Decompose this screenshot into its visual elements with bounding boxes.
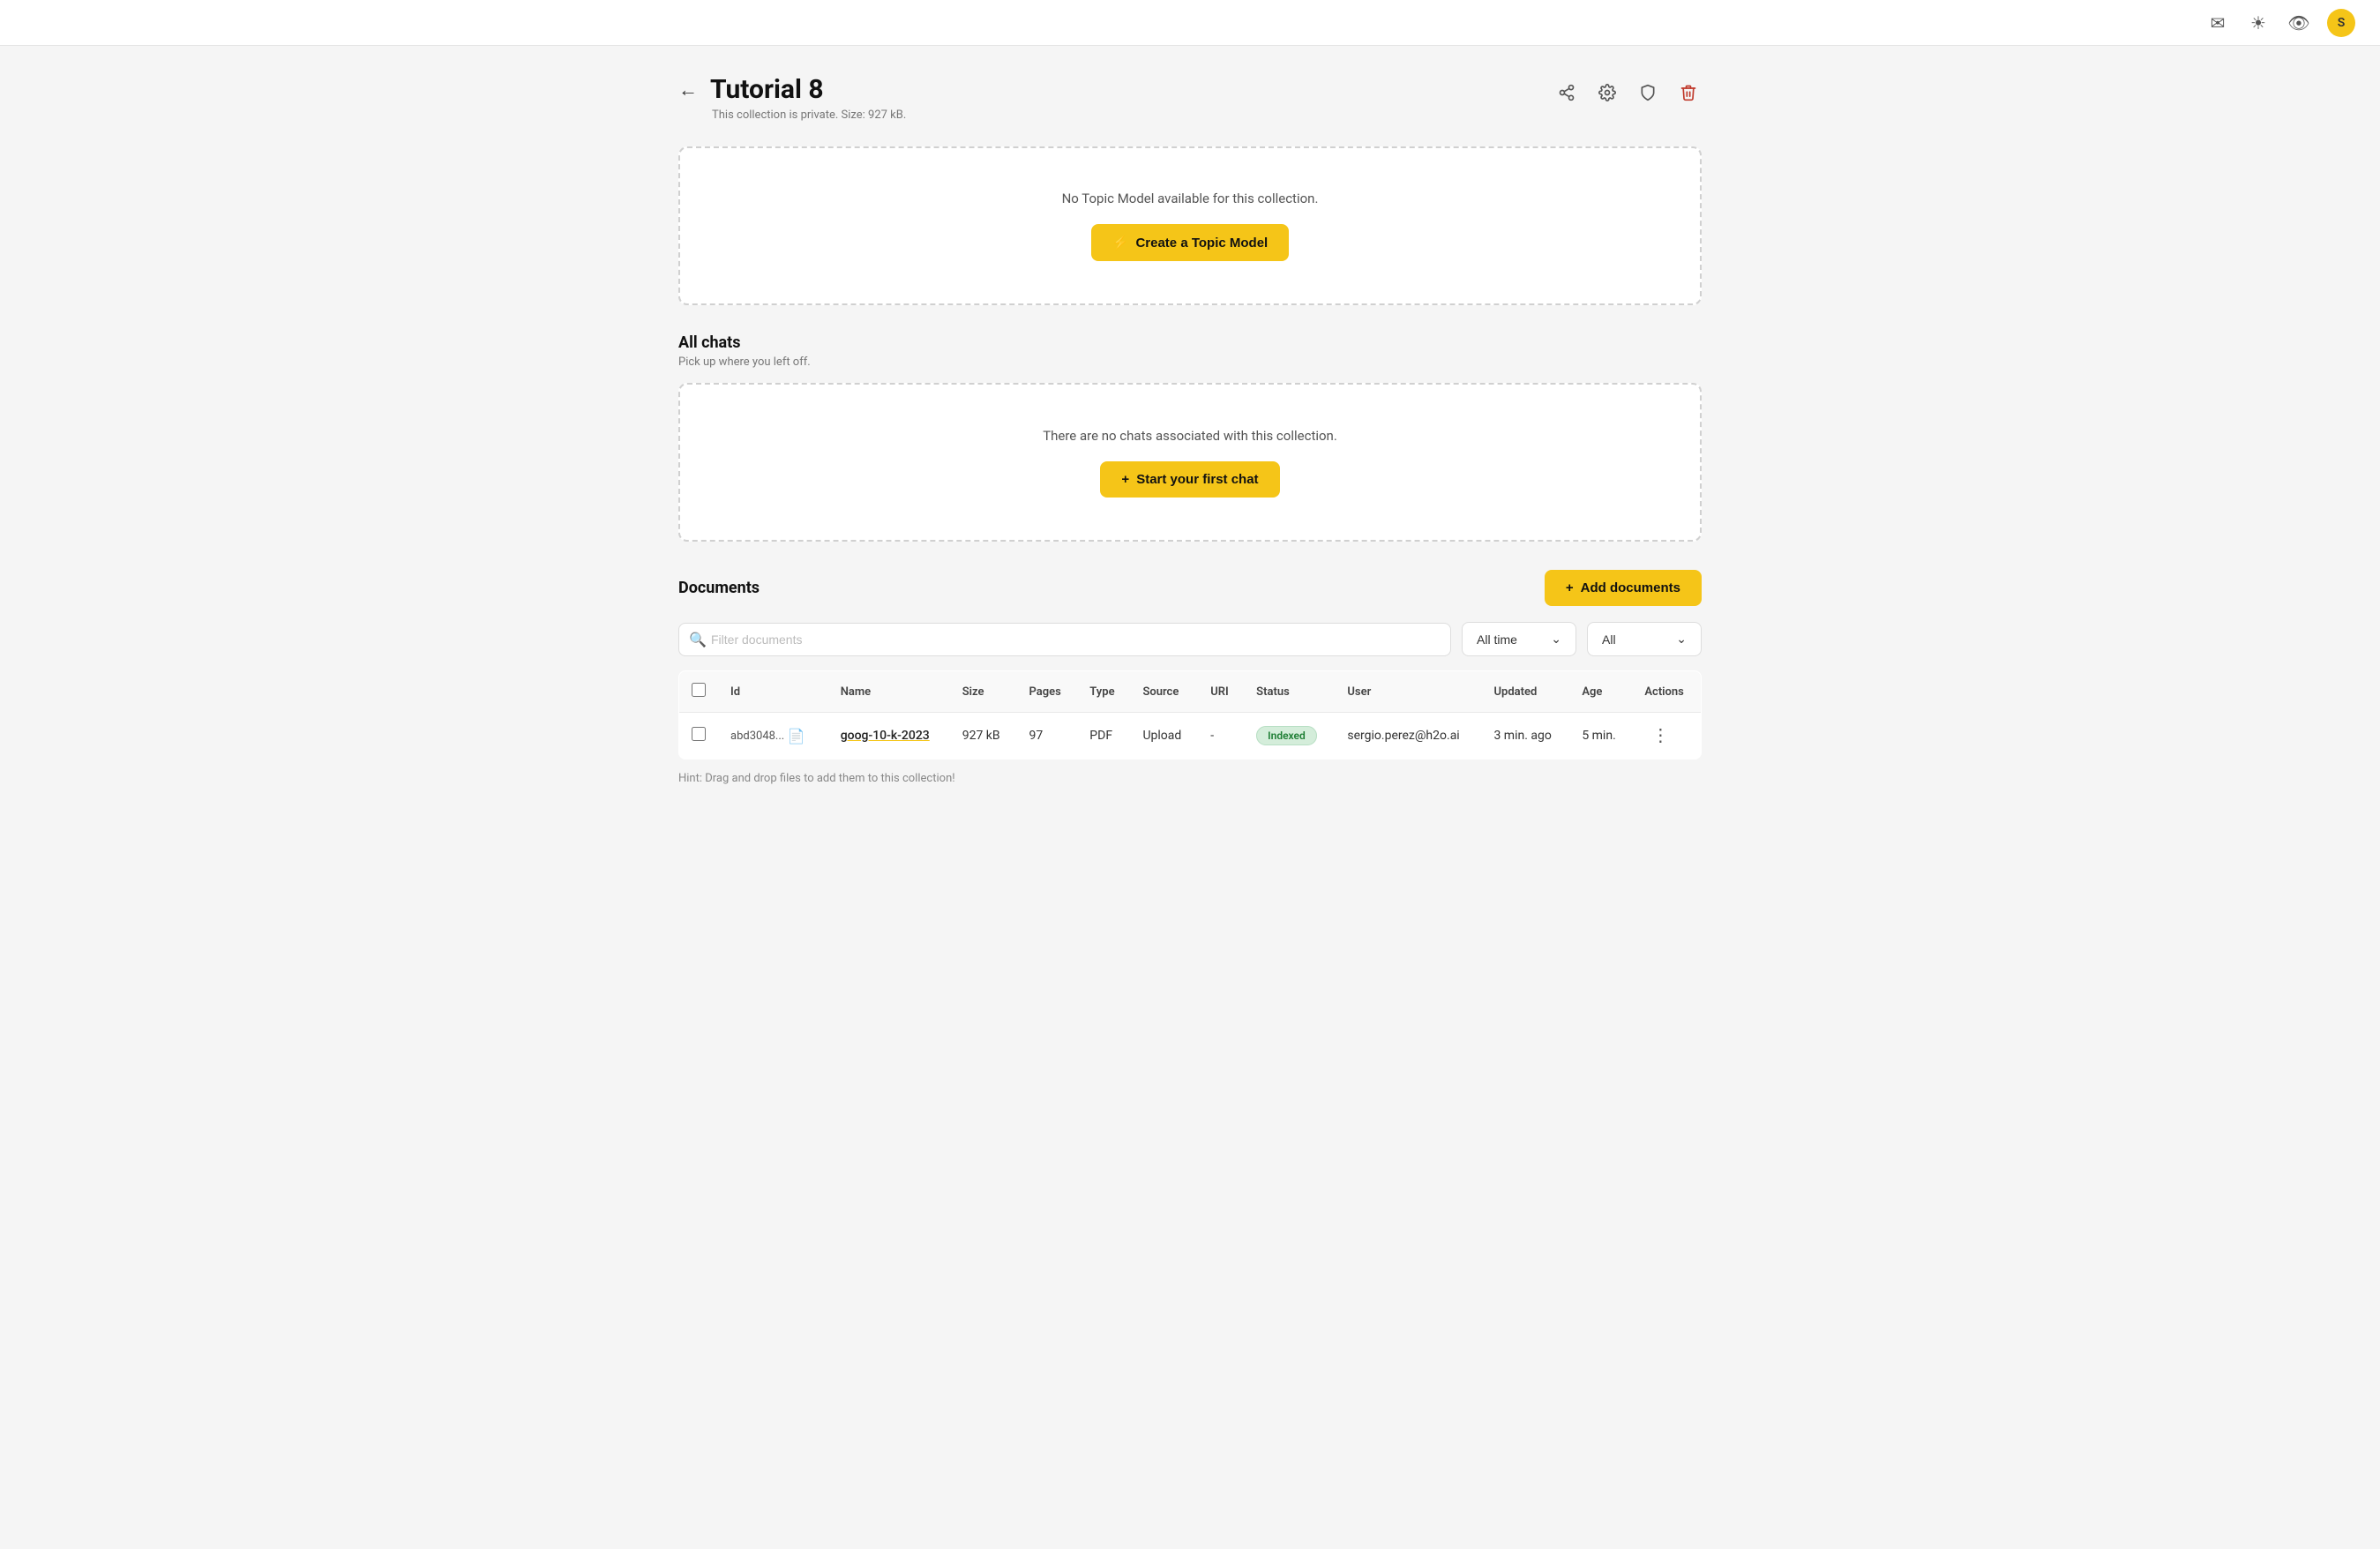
sun-icon[interactable]: ☀ — [2246, 11, 2271, 35]
table-row: abd3048... 📄 goog-10-k-2023 927 kB 97 PD… — [679, 713, 1702, 760]
header-actions — [1553, 79, 1702, 106]
search-wrap: 🔍 — [678, 623, 1451, 656]
select-all-checkbox[interactable] — [692, 683, 706, 697]
cell-age: 5 min. — [1569, 713, 1632, 760]
filter-documents-input[interactable] — [678, 623, 1451, 656]
doc-id-text: abd3048... — [730, 730, 784, 743]
create-topic-model-label: Create a Topic Model — [1135, 236, 1268, 251]
col-source: Source — [1130, 671, 1198, 713]
chevron-down-icon-2: ⌄ — [1676, 632, 1687, 647]
file-icon: 📄 — [788, 728, 805, 745]
search-icon: 🔍 — [689, 631, 707, 647]
topic-model-box: No Topic Model available for this collec… — [678, 146, 1702, 305]
start-first-chat-button[interactable]: + Start your first chat — [1100, 461, 1279, 498]
col-type: Type — [1077, 671, 1130, 713]
col-user: User — [1335, 671, 1481, 713]
col-actions: Actions — [1632, 671, 1701, 713]
documents-header-left: Documents — [678, 579, 760, 597]
back-button[interactable]: ← — [678, 79, 698, 101]
avatar[interactable]: S — [2327, 9, 2355, 37]
add-documents-button[interactable]: + Add documents — [1545, 570, 1702, 606]
page-title: Tutorial 8 — [710, 74, 824, 105]
page-title-row: ← Tutorial 8 — [678, 74, 906, 105]
col-status: Status — [1244, 671, 1335, 713]
documents-heading: Documents — [678, 579, 760, 597]
page-header: ← Tutorial 8 This collection is private.… — [678, 74, 1702, 122]
add-documents-icon: + — [1566, 580, 1574, 595]
shield-button[interactable] — [1635, 79, 1661, 106]
cell-name: goog-10-k-2023 — [828, 713, 950, 760]
doc-name-link[interactable]: goog-10-k-2023 — [841, 729, 930, 743]
time-filter-label: All time — [1477, 632, 1517, 647]
eye-icon[interactable]: 👁 — [2286, 11, 2311, 35]
cell-size: 927 kB — [950, 713, 1017, 760]
type-filter-label: All — [1602, 632, 1616, 647]
back-arrow-icon: ← — [678, 79, 698, 101]
bolt-icon: ⚡ — [1112, 235, 1129, 251]
delete-button[interactable] — [1675, 79, 1702, 106]
share-button[interactable] — [1553, 79, 1580, 106]
cell-type: PDF — [1077, 713, 1130, 760]
row-checkbox-cell — [679, 713, 719, 760]
collection-subtitle: This collection is private. Size: 927 kB… — [712, 109, 906, 122]
filter-row: 🔍 All time ⌄ All ⌄ — [678, 622, 1702, 656]
col-id: Id — [718, 671, 828, 713]
start-first-chat-label: Start your first chat — [1136, 472, 1258, 487]
topbar: ✉ ☀ 👁 S — [0, 0, 2380, 46]
status-badge: Indexed — [1256, 726, 1317, 745]
page-header-left: ← Tutorial 8 This collection is private.… — [678, 74, 906, 122]
cell-id: abd3048... 📄 — [718, 713, 828, 760]
table-header-checkbox — [679, 671, 719, 713]
table-header-row: Id Name Size Pages Type Source URI Statu… — [679, 671, 1702, 713]
col-uri: URI — [1198, 671, 1244, 713]
col-size: Size — [950, 671, 1017, 713]
documents-table: Id Name Size Pages Type Source URI Statu… — [678, 670, 1702, 760]
cell-user: sergio.perez@h2o.ai — [1335, 713, 1481, 760]
chevron-down-icon: ⌄ — [1551, 632, 1561, 647]
time-filter-dropdown[interactable]: All time ⌄ — [1462, 622, 1576, 656]
chats-empty-text: There are no chats associated with this … — [1043, 428, 1337, 444]
main-content: ← Tutorial 8 This collection is private.… — [643, 46, 1737, 838]
settings-button[interactable] — [1594, 79, 1620, 106]
cell-uri: - — [1198, 713, 1244, 760]
type-filter-dropdown[interactable]: All ⌄ — [1587, 622, 1702, 656]
chats-empty-box: There are no chats associated with this … — [678, 383, 1702, 542]
documents-header: Documents + Add documents — [678, 570, 1702, 606]
create-topic-model-button[interactable]: ⚡ Create a Topic Model — [1091, 224, 1289, 261]
plus-icon: + — [1121, 472, 1129, 487]
topic-model-empty-text: No Topic Model available for this collec… — [1062, 191, 1319, 206]
inbox-icon[interactable]: ✉ — [2205, 11, 2230, 35]
chats-heading: All chats — [678, 333, 1702, 352]
drag-drop-hint: Hint: Drag and drop files to add them to… — [678, 772, 1702, 785]
cell-source: Upload — [1130, 713, 1198, 760]
chats-subheading: Pick up where you left off. — [678, 355, 1702, 369]
cell-actions: ⋮ — [1632, 713, 1701, 760]
cell-pages: 97 — [1017, 713, 1078, 760]
col-pages: Pages — [1017, 671, 1078, 713]
cell-status: Indexed — [1244, 713, 1335, 760]
col-age: Age — [1569, 671, 1632, 713]
add-documents-label: Add documents — [1581, 580, 1680, 595]
row-actions-button[interactable]: ⋮ — [1644, 725, 1676, 746]
cell-updated: 3 min. ago — [1481, 713, 1569, 760]
col-updated: Updated — [1481, 671, 1569, 713]
col-name: Name — [828, 671, 950, 713]
row-checkbox[interactable] — [692, 727, 706, 741]
